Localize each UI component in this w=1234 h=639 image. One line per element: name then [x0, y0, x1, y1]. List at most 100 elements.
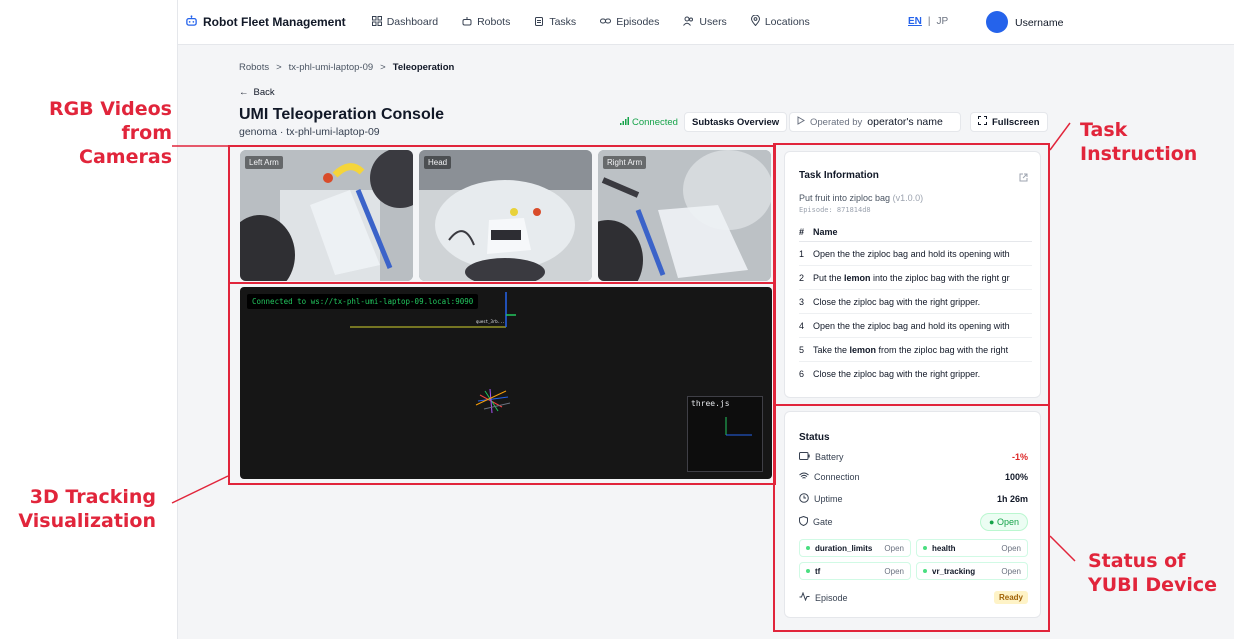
nav-users[interactable]: Users: [683, 16, 727, 29]
nav-label: Episodes: [616, 16, 660, 28]
status-card-title: Status: [799, 432, 830, 443]
step-name: Take the lemon from the ziploc bag with …: [813, 344, 1009, 355]
status-card: Status Battery -1% Connection 100% Uptim…: [784, 411, 1041, 618]
camera-right-arm[interactable]: Right Arm: [598, 150, 771, 281]
step-number: 1: [799, 248, 805, 259]
gate-check: vr_tracking Open: [916, 562, 1028, 580]
gate-check-value: Open: [1001, 543, 1021, 553]
robot-icon: [185, 14, 198, 30]
step-name: Put the lemon into the ziploc bag with t…: [813, 272, 1010, 283]
uptime-row: Uptime 1h 26m: [799, 493, 1028, 505]
operated-by-label: Operated by: [810, 116, 863, 128]
activity-icon: [799, 591, 810, 603]
screenshot-root: Robot Fleet Management Dashboard Robots …: [0, 0, 1234, 639]
step-number: 4: [799, 320, 805, 331]
connection-status: Connected: [620, 117, 678, 128]
episode-ready-badge: Ready: [993, 591, 1028, 604]
uptime-label: Uptime: [814, 494, 843, 504]
camera-head[interactable]: Head: [419, 150, 592, 281]
table-row[interactable]: 3 Close the ziploc bag with the right gr…: [799, 290, 1032, 314]
username[interactable]: Username: [1015, 17, 1063, 29]
table-row[interactable]: 1 Open the the ziploc bag and hold its o…: [799, 242, 1032, 266]
arrow-left-icon: ←: [239, 87, 249, 98]
table-row[interactable]: 4 Open the the ziploc bag and hold its o…: [799, 314, 1032, 338]
nav-dashboard[interactable]: Dashboard: [371, 15, 439, 29]
robot-icon: [462, 16, 472, 29]
shield-icon: [799, 515, 808, 528]
axes-inset: three.js: [687, 396, 763, 472]
lang-separator: |: [927, 16, 931, 27]
grid-icon: [371, 15, 382, 29]
table-row[interactable]: 6 Close the ziploc bag with the right gr…: [799, 362, 1032, 386]
step-name: Open the the ziploc bag and hold its ope…: [813, 248, 1010, 259]
gate-check: health Open: [916, 539, 1028, 557]
back-label: Back: [253, 87, 275, 98]
gate-row: Gate ● Open: [799, 513, 1028, 531]
clipboard-icon: [534, 16, 544, 29]
annotation-rgb-videos: RGB Videos from Cameras: [48, 98, 172, 168]
breadcrumb-separator: >: [276, 62, 282, 73]
avatar[interactable]: [986, 11, 1008, 33]
nav-robots[interactable]: Robots: [462, 16, 510, 29]
step-number: 5: [799, 344, 805, 355]
nav-label: Robots: [477, 16, 511, 28]
breadcrumb-robot[interactable]: tx-phl-umi-laptop-09: [289, 62, 373, 73]
step-name: Open the the ziploc bag and hold its ope…: [813, 320, 1010, 331]
step-name: Close the ziploc bag with the right grip…: [813, 296, 981, 307]
axis-label: quest_3rb...: [476, 319, 505, 324]
step-number: 2: [799, 272, 805, 283]
app-window: Robot Fleet Management Dashboard Robots …: [177, 0, 1234, 639]
fullscreen-button[interactable]: Fullscreen: [970, 112, 1048, 132]
nav-label: Dashboard: [386, 16, 439, 28]
column-header-number: #: [799, 226, 805, 237]
battery-label: Battery: [815, 452, 844, 462]
nav-tasks[interactable]: Tasks: [534, 16, 576, 29]
left-arm-feed-image: [240, 150, 413, 281]
step-number: 6: [799, 369, 805, 379]
axes-gizmo: [725, 417, 752, 436]
task-information-card: Task Information Put fruit into ziploc b…: [784, 151, 1041, 398]
gate-check: duration_limits Open: [799, 539, 911, 557]
uptime-value: 1h 26m: [996, 494, 1028, 504]
nav-locations[interactable]: Locations: [750, 14, 810, 29]
users-icon: [683, 16, 694, 29]
lang-en[interactable]: EN: [908, 16, 922, 27]
annotation-status: Status of YUBI Device: [1088, 550, 1218, 596]
back-button[interactable]: ← Back: [239, 87, 275, 98]
breadcrumb-robots[interactable]: Robots: [239, 62, 269, 73]
fullscreen-icon: [978, 116, 987, 128]
external-link-icon[interactable]: [1019, 169, 1028, 187]
table-row[interactable]: 5 Take the lemon from the ziploc bag wit…: [799, 338, 1032, 362]
episode-row: Episode Ready: [799, 591, 1028, 604]
status-dot: [806, 569, 810, 573]
subtasks-overview-button[interactable]: Subtasks Overview: [684, 112, 788, 132]
operator-name: operator's name: [867, 116, 943, 128]
battery-row: Battery -1%: [799, 452, 1028, 462]
task-card-title: Task Information: [799, 170, 879, 181]
battery-icon: [799, 452, 810, 462]
operated-by-control[interactable]: Operated by operator's name: [789, 112, 961, 132]
fullscreen-label: Fullscreen: [992, 116, 1040, 128]
status-dot: [806, 546, 810, 550]
table-row[interactable]: 2 Put the lemon into the ziploc bag with…: [799, 266, 1032, 290]
lang-jp[interactable]: JP: [937, 16, 949, 27]
gate-checks: duration_limits Open health Open tf Open vr…: [799, 539, 1028, 580]
gate-check-name: tf: [815, 566, 821, 576]
connection-row-label: Connection: [814, 472, 860, 482]
breadcrumb-separator: >: [380, 62, 386, 73]
top-navbar: Robot Fleet Management Dashboard Robots …: [178, 0, 1234, 45]
breadcrumb-current: Teleoperation: [392, 62, 455, 73]
camera-left-arm[interactable]: Left Arm: [240, 150, 413, 281]
nav-episodes[interactable]: Episodes: [600, 16, 659, 29]
viz-connection-label: Connected to ws://tx-phl-umi-laptop-09.l…: [247, 294, 479, 309]
nav-label: Tasks: [549, 16, 577, 28]
breadcrumb: Robots > tx-phl-umi-laptop-09 > Teleoper…: [239, 62, 454, 73]
gate-status-badge: ● Open: [980, 513, 1028, 531]
clock-icon: [799, 493, 809, 505]
language-switcher: EN | JP: [908, 16, 948, 27]
brand[interactable]: Robot Fleet Management: [185, 14, 346, 30]
tracking-viewport[interactable]: quest_3rb... Connected to ws://tx-phl-um…: [240, 287, 772, 479]
right-arm-feed-image: [598, 150, 771, 281]
annotation-3d-tracking: 3D Tracking Visualization: [18, 486, 156, 532]
gate-check-value: Open: [1001, 566, 1021, 576]
